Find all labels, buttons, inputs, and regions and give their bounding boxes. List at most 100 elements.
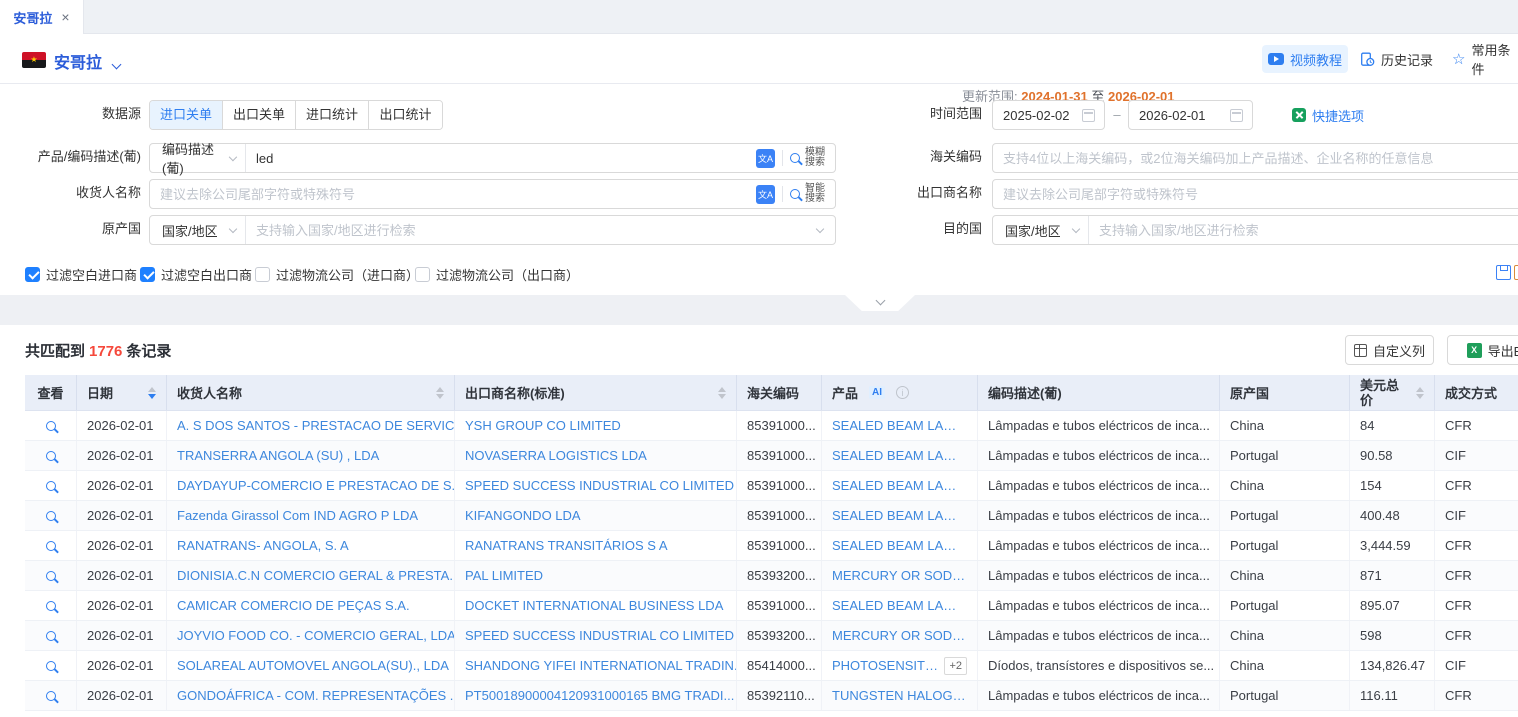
cell-exporter-link[interactable]: SHANDONG YIFEI INTERNATIONAL TRADIN... [455, 651, 737, 680]
history-button[interactable]: 历史记录 [1360, 45, 1433, 73]
sort-icon[interactable] [718, 387, 726, 399]
cell-consignee-link[interactable]: CAMICAR COMERCIO DE PEÇAS S.A. [167, 591, 455, 620]
cell-consignee-link[interactable]: TRANSERRA ANGOLA (SU) , LDA [167, 441, 455, 470]
destination-mode-dropdown[interactable]: 国家/地区 [993, 216, 1089, 244]
view-button[interactable] [25, 591, 77, 620]
video-tutorial-button[interactable]: 视频教程 [1262, 45, 1348, 73]
col-date[interactable]: 日期 [77, 375, 167, 410]
collapse-filters-handle[interactable] [845, 295, 915, 311]
info-icon[interactable] [896, 386, 909, 399]
tab-export-statistics[interactable]: 出口统计 [369, 101, 442, 129]
quick-options-button[interactable]: 快捷选项 [1292, 100, 1364, 130]
translate-icon[interactable]: 文A [756, 149, 775, 168]
origin-mode-dropdown[interactable]: 国家/地区 [150, 216, 246, 244]
cell-exporter-link[interactable]: SPEED SUCCESS INDUSTRIAL CO LIMITED [455, 471, 737, 500]
view-button[interactable] [25, 471, 77, 500]
product-link[interactable]: MERCURY OR SODIU... [832, 628, 967, 643]
export-excel-button[interactable]: 导出Exc [1447, 335, 1518, 365]
origin-input[interactable] [246, 223, 817, 238]
cell-product: TUNGSTEN HALOGEN... [822, 681, 978, 710]
product-link[interactable]: SEALED BEAM LAMP ... [832, 508, 967, 523]
view-button[interactable] [25, 621, 77, 650]
country-title[interactable]: 安哥拉 [54, 49, 102, 73]
favorites-button[interactable]: ☆ 常用条件 [1452, 45, 1518, 73]
cell-consignee-link[interactable]: A. S DOS SANTOS - PRESTACAO DE SERVIC... [167, 411, 455, 440]
cell-consignee-link[interactable]: DIONISIA.C.N COMERCIO GERAL & PRESTA... [167, 561, 455, 590]
product-link[interactable]: SEALED BEAM LAMP ... [832, 538, 967, 553]
cell-exporter-link[interactable]: PAL LIMITED [455, 561, 737, 590]
calendar-icon[interactable] [1082, 109, 1095, 122]
tab-export-declarations[interactable]: 出口关单 [223, 101, 296, 129]
col-exporter[interactable]: 出口商名称(标准) [455, 375, 737, 410]
close-icon[interactable]: × [61, 10, 69, 24]
chevron-down-icon[interactable] [113, 55, 120, 73]
view-button[interactable] [25, 441, 77, 470]
consignee-input[interactable] [150, 187, 756, 202]
cell-consignee-link[interactable]: Fazenda Girassol Com IND AGRO P LDA [167, 501, 455, 530]
product-input[interactable] [246, 151, 756, 166]
cell-exporter-link[interactable]: NOVASERRA LOGISTICS LDA [455, 441, 737, 470]
checkbox-icon[interactable] [25, 267, 40, 282]
cell-exporter-link[interactable]: RANATRANS TRANSITÁRIOS S A [455, 531, 737, 560]
cell-consignee-link[interactable]: SOLAREAL AUTOMOVEL ANGOLA(SU)., LDA [167, 651, 455, 680]
view-button[interactable] [25, 651, 77, 680]
cell-consignee-link[interactable]: RANATRANS- ANGOLA, S. A [167, 531, 455, 560]
col-value[interactable]: 美元总价 [1350, 375, 1435, 410]
sort-icon[interactable] [148, 387, 156, 399]
filter-blank-exporter-checkbox[interactable]: 过滤空白出口商 [140, 265, 252, 283]
filter-logistics-importer-checkbox[interactable]: 过滤物流公司（进口商） [255, 265, 419, 283]
product-link[interactable]: SEALED BEAM LAMP ... [832, 478, 967, 493]
destination-input[interactable] [1089, 223, 1518, 238]
date-end-input[interactable]: 2026-02-01 [1128, 100, 1253, 130]
cell-exporter-link[interactable]: KIFANGONDO LDA [455, 501, 737, 530]
col-hs-code: 海关编码 [737, 375, 822, 410]
view-button[interactable] [25, 561, 77, 590]
view-icon [46, 511, 56, 521]
view-button[interactable] [25, 681, 77, 710]
product-mode-dropdown[interactable]: 编码描述(葡) [150, 144, 246, 172]
checkbox-icon[interactable] [255, 267, 270, 282]
filter-blank-importer-checkbox[interactable]: 过滤空白进口商 [25, 265, 137, 283]
cell-hs-code: 85392110... [737, 681, 822, 710]
calendar-icon[interactable] [1230, 109, 1243, 122]
product-link[interactable]: SEALED BEAM LAMP ... [832, 598, 967, 613]
product-link[interactable]: PHOTOSENSITIV... [832, 658, 938, 673]
date-start-input[interactable]: 2025-02-02 [992, 100, 1105, 130]
cell-consignee-link[interactable]: GONDOÁFRICA - COM. REPRESENTAÇÕES ... [167, 681, 455, 710]
cell-exporter-link[interactable]: PT50018900004120931000165 BMG TRADI... [455, 681, 737, 710]
product-extra-badge[interactable]: +2 [944, 657, 967, 675]
checkbox-icon[interactable] [415, 267, 430, 282]
cell-consignee-link[interactable]: DAYDAYUP-COMERCIO E PRESTACAO DE S... [167, 471, 455, 500]
hs-code-input[interactable] [993, 151, 1518, 166]
tab-import-statistics[interactable]: 进口统计 [296, 101, 369, 129]
view-button[interactable] [25, 501, 77, 530]
save-icon[interactable] [1496, 265, 1511, 280]
cell-consignee-link[interactable]: JOYVIO FOOD CO. - COMERCIO GERAL, LDA [167, 621, 455, 650]
origin-control: 国家/地区 [149, 215, 836, 245]
view-button[interactable] [25, 411, 77, 440]
col-consignee[interactable]: 收货人名称 [167, 375, 455, 410]
results-table: 查看 日期 收货人名称 出口商名称(标准) 海关编码 产品 AI [25, 375, 1518, 711]
checkbox-icon[interactable] [140, 267, 155, 282]
view-icon [46, 661, 56, 671]
cell-exporter-link[interactable]: SPEED SUCCESS INDUSTRIAL CO LIMITED [455, 621, 737, 650]
cell-origin: China [1220, 561, 1350, 590]
view-button[interactable] [25, 531, 77, 560]
translate-icon[interactable]: 文A [756, 185, 775, 204]
product-link[interactable]: TUNGSTEN HALOGEN... [832, 688, 967, 703]
sort-icon[interactable] [1416, 387, 1424, 399]
video-icon [1268, 53, 1284, 65]
product-link[interactable]: MERCURY OR SODIU... [832, 568, 967, 583]
table-row: 2026-02-01 CAMICAR COMERCIO DE PEÇAS S.A… [25, 591, 1518, 621]
customize-columns-button[interactable]: 自定义列 [1345, 335, 1434, 365]
product-link[interactable]: SEALED BEAM LAMP ... [832, 418, 967, 433]
view-icon [46, 691, 56, 701]
product-link[interactable]: SEALED BEAM LAMP ... [832, 448, 967, 463]
cell-exporter-link[interactable]: YSH GROUP CO LIMITED [455, 411, 737, 440]
sort-icon[interactable] [436, 387, 444, 399]
tab-import-declarations[interactable]: 进口关单 [150, 101, 223, 129]
exporter-input[interactable] [993, 187, 1518, 202]
filter-logistics-exporter-checkbox[interactable]: 过滤物流公司（出口商） [415, 265, 579, 283]
cell-exporter-link[interactable]: DOCKET INTERNATIONAL BUSINESS LDA [455, 591, 737, 620]
tab-angola[interactable]: 安哥拉 × [0, 0, 84, 34]
